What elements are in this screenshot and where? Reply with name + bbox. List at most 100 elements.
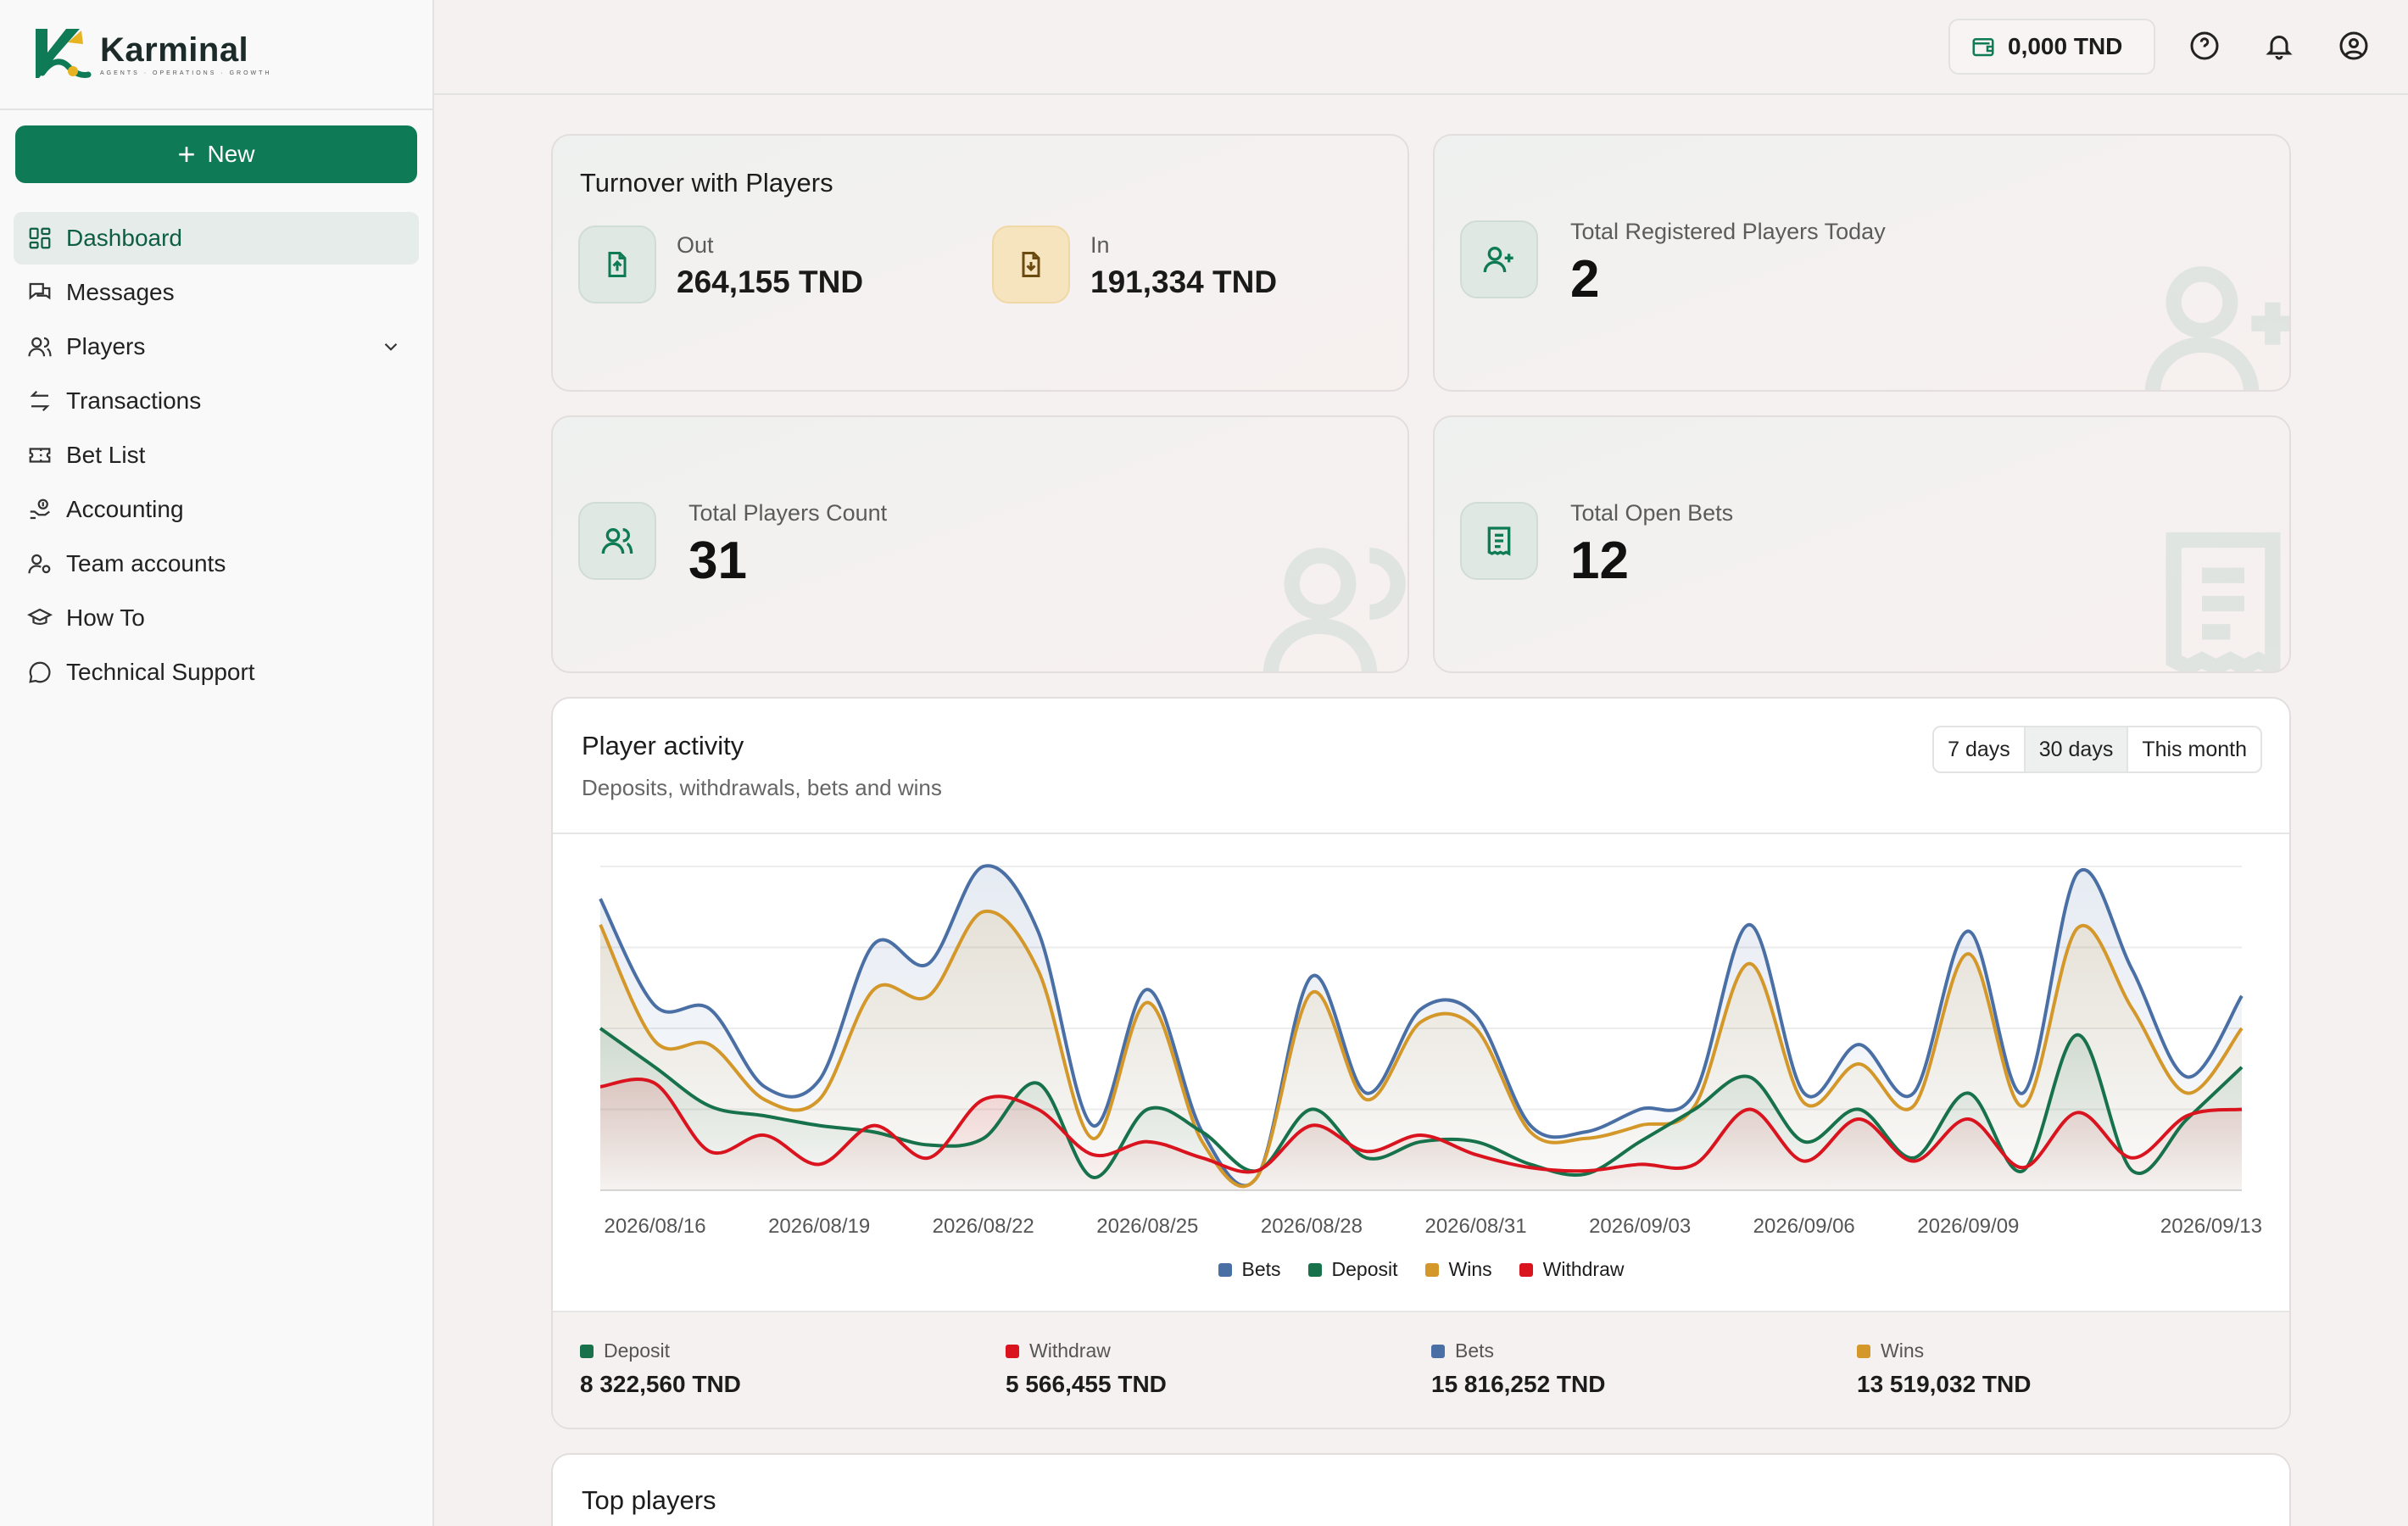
range-7-days[interactable]: 7 days bbox=[1934, 727, 2026, 771]
top-players-card: Top players bbox=[551, 1453, 2291, 1526]
sidebar-item-how-to[interactable]: How To bbox=[14, 592, 419, 644]
range-selector: 7 days 30 days This month bbox=[1932, 726, 2262, 773]
x-tick-label: 2026/09/13 bbox=[2160, 1215, 2262, 1238]
dashboard-icon bbox=[29, 227, 51, 249]
activity-subtitle: Deposits, withdrawals, bets and wins bbox=[582, 775, 942, 800]
summary-value: 13 519,032 TND bbox=[1857, 1371, 2032, 1397]
players-count-card: Total Players Count 31 bbox=[551, 415, 1409, 673]
summary-label: Withdraw bbox=[1029, 1339, 1111, 1362]
open-bets-card: Total Open Bets 12 bbox=[1433, 415, 2291, 673]
x-tick-label: 2026/08/31 bbox=[1424, 1215, 1526, 1238]
messages-icon bbox=[29, 282, 51, 300]
users-icon bbox=[601, 528, 633, 554]
user-plus-watermark-icon bbox=[2144, 266, 2289, 390]
player-activity-card: Player activity Deposits, withdrawals, b… bbox=[551, 697, 2291, 1429]
activity-summary: Deposit 8 322,560 TND Withdraw 5 566,455… bbox=[553, 1311, 2289, 1428]
sidebar-item-messages[interactable]: Messages bbox=[14, 266, 419, 319]
activity-title: Player activity bbox=[582, 731, 744, 760]
legend-item-wins[interactable]: Wins bbox=[1424, 1258, 1492, 1281]
transactions-icon bbox=[30, 390, 50, 412]
summary-label: Wins bbox=[1881, 1339, 1925, 1362]
summary-swatch bbox=[1857, 1344, 1870, 1358]
in-label: In bbox=[1090, 232, 1110, 258]
sidebar-item-label: Dashboard bbox=[66, 225, 182, 251]
legend-item-deposit[interactable]: Deposit bbox=[1307, 1258, 1398, 1281]
accounting-icon bbox=[30, 498, 50, 520]
wallet-balance-value: 0,000 TND bbox=[2008, 33, 2123, 59]
legend-label: Withdraw bbox=[1542, 1258, 1625, 1280]
x-tick-label: 2026/08/16 bbox=[604, 1215, 705, 1238]
summary-bets: Bets 15 816,252 TND bbox=[1431, 1339, 1605, 1398]
legend-item-bets[interactable]: Bets bbox=[1218, 1258, 1281, 1281]
sidebar-item-dashboard[interactable]: Dashboard bbox=[14, 212, 419, 265]
x-tick-label: 2026/09/06 bbox=[1753, 1215, 1855, 1238]
sidebar-item-technical-support[interactable]: Technical Support bbox=[14, 646, 419, 699]
legend-swatch-deposit bbox=[1307, 1262, 1322, 1277]
brand-logo[interactable]: Karminal AGENTS · OPERATIONS · GROWTH bbox=[31, 22, 271, 86]
legend-item-withdraw[interactable]: Withdraw bbox=[1519, 1258, 1625, 1281]
in-icon-box bbox=[992, 226, 1070, 304]
registered-today-card: Total Registered Players Today 2 bbox=[1433, 134, 2291, 392]
wallet-balance[interactable]: 0,000 TND bbox=[1948, 19, 2155, 75]
out-value: 264,155 TND bbox=[677, 265, 864, 299]
sidebar-nav: Dashboard Messages Players Transactions … bbox=[14, 212, 419, 700]
out-label: Out bbox=[677, 232, 714, 258]
sidebar-item-label: Technical Support bbox=[66, 659, 255, 685]
sidebar-item-accounting[interactable]: Accounting bbox=[14, 483, 419, 536]
summary-label: Deposit bbox=[604, 1339, 670, 1362]
users-icon-box bbox=[578, 502, 656, 580]
summary-wins: Wins 13 519,032 TND bbox=[1857, 1339, 2031, 1398]
legend-label: Bets bbox=[1241, 1258, 1281, 1280]
sidebar-item-team-accounts[interactable]: Team accounts bbox=[14, 537, 419, 590]
sidebar-item-label: Transactions bbox=[66, 387, 202, 414]
user-plus-icon bbox=[1483, 247, 1513, 273]
x-tick-label: 2026/09/03 bbox=[1589, 1215, 1691, 1238]
players-count-label: Total Players Count bbox=[688, 500, 888, 526]
turnover-card: Turnover with Players Out 264,155 TND In… bbox=[551, 134, 1409, 392]
chevron-down-icon[interactable] bbox=[380, 336, 402, 358]
sidebar-item-transactions[interactable]: Transactions bbox=[14, 375, 419, 427]
sidebar-item-label: How To bbox=[66, 604, 145, 631]
receipt-icon bbox=[1487, 526, 1511, 556]
legend-label: Wins bbox=[1448, 1258, 1492, 1280]
in-value: 191,334 TND bbox=[1090, 265, 1278, 299]
help-icon[interactable] bbox=[2189, 31, 2220, 61]
summary-withdraw: Withdraw 5 566,455 TND bbox=[1006, 1339, 1167, 1398]
wallet-icon bbox=[1972, 38, 1994, 57]
new-button-label: New bbox=[207, 141, 255, 167]
summary-swatch bbox=[1431, 1344, 1445, 1358]
x-tick-label: 2026/09/09 bbox=[1917, 1215, 2019, 1238]
file-upload-icon bbox=[608, 252, 627, 277]
receipt-icon-box bbox=[1460, 502, 1538, 580]
range-this-month[interactable]: This month bbox=[2128, 727, 2260, 771]
sidebar-divider bbox=[0, 109, 432, 110]
sidebar-item-label: Accounting bbox=[66, 496, 184, 522]
legend-swatch-withdraw bbox=[1519, 1262, 1533, 1277]
sidebar-item-label: Players bbox=[66, 333, 146, 359]
receipt-watermark-icon bbox=[2166, 532, 2281, 671]
sidebar-item-bet-list[interactable]: Bet List bbox=[14, 429, 419, 482]
top-players-title: Top players bbox=[582, 1485, 716, 1515]
players-count-value: 31 bbox=[688, 532, 747, 590]
ticket-icon bbox=[29, 448, 51, 463]
summary-value: 15 816,252 TND bbox=[1431, 1371, 1606, 1397]
range-30-days[interactable]: 30 days bbox=[2025, 727, 2129, 771]
sidebar-item-label: Bet List bbox=[66, 442, 146, 468]
summary-swatch bbox=[1006, 1344, 1019, 1358]
sidebar-item-players[interactable]: Players bbox=[14, 320, 419, 373]
legend-swatch-wins bbox=[1424, 1262, 1439, 1277]
account-icon[interactable] bbox=[2338, 31, 2369, 61]
karminal-logo-icon bbox=[36, 29, 92, 78]
plus-icon: + bbox=[177, 136, 196, 171]
legend-label: Deposit bbox=[1331, 1258, 1398, 1280]
team-icon bbox=[28, 554, 51, 574]
bell-icon[interactable] bbox=[2264, 31, 2294, 61]
summary-label: Bets bbox=[1455, 1339, 1495, 1362]
summary-swatch bbox=[580, 1344, 594, 1358]
brand-name: Karminal bbox=[100, 31, 249, 69]
new-button[interactable]: + New bbox=[15, 125, 417, 183]
x-tick-label: 2026/08/25 bbox=[1096, 1215, 1198, 1238]
summary-value: 8 322,560 TND bbox=[580, 1371, 741, 1397]
sidebar-item-label: Messages bbox=[66, 279, 175, 305]
chat-bubble-icon bbox=[29, 661, 51, 683]
